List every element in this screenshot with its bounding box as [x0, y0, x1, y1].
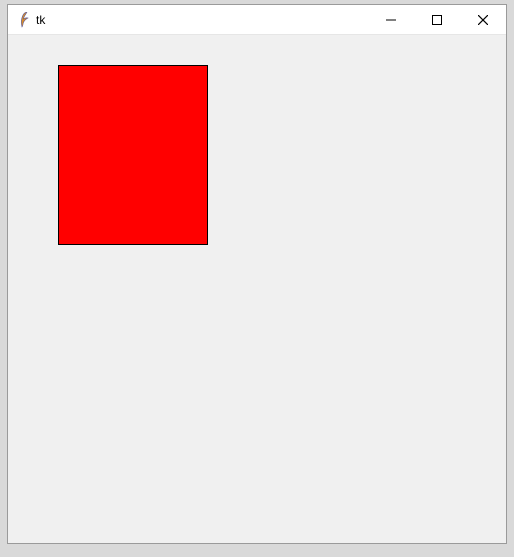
minimize-button[interactable]	[368, 5, 414, 35]
canvas-rectangle	[58, 65, 208, 245]
titlebar-left: tk	[8, 12, 368, 28]
tk-canvas	[8, 35, 506, 543]
tk-feather-icon	[16, 12, 30, 28]
window-title: tk	[36, 13, 45, 27]
client-area	[8, 35, 506, 543]
close-button[interactable]	[460, 5, 506, 35]
window-controls	[368, 5, 506, 34]
titlebar[interactable]: tk	[8, 5, 506, 35]
app-window: tk	[7, 4, 507, 544]
maximize-button[interactable]	[414, 5, 460, 35]
